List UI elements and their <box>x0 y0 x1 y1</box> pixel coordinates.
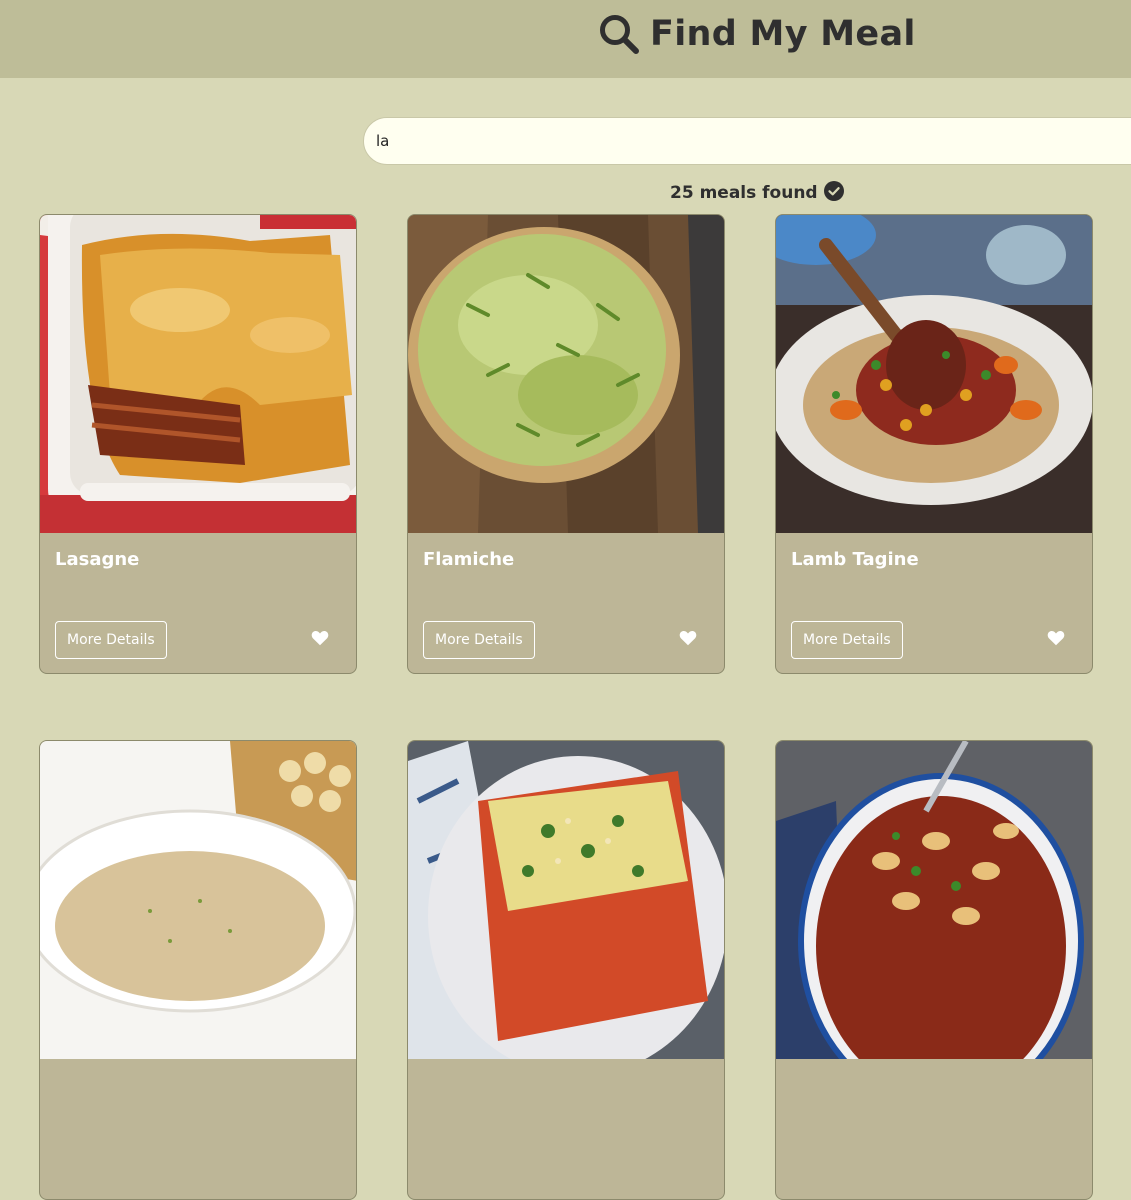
more-details-button[interactable]: More Details <box>55 621 167 659</box>
meal-card <box>775 740 1093 1200</box>
meal-card: Flamiche More Details <box>407 214 725 674</box>
more-details-button[interactable]: More Details <box>791 621 903 659</box>
results-count: 25 meals found <box>670 183 818 203</box>
meal-image <box>776 741 1092 1059</box>
heart-icon[interactable] <box>679 629 697 647</box>
search-icon <box>598 13 640 55</box>
meal-image <box>40 741 356 1059</box>
meal-card: Lasagne More Details <box>39 214 357 674</box>
meal-image <box>408 741 724 1059</box>
meal-card: Lamb Tagine More Details <box>775 214 1093 674</box>
app-header: Find My Meal <box>0 0 1131 78</box>
app-brand: Find My Meal <box>598 10 916 58</box>
meal-image <box>408 215 724 533</box>
meal-image <box>40 215 356 533</box>
check-circle-icon <box>823 180 844 206</box>
results-status: 25 meals found <box>670 180 844 206</box>
app-title: Find My Meal <box>650 14 916 54</box>
meal-card <box>407 740 725 1200</box>
meal-card <box>39 740 357 1200</box>
heart-icon[interactable] <box>1047 629 1065 647</box>
meal-image <box>776 215 1092 533</box>
search-input[interactable] <box>363 117 1131 165</box>
heart-icon[interactable] <box>311 629 329 647</box>
meal-name: Flamiche <box>423 549 515 570</box>
more-details-button[interactable]: More Details <box>423 621 535 659</box>
meal-name: Lasagne <box>55 549 140 570</box>
meal-name: Lamb Tagine <box>791 549 919 570</box>
